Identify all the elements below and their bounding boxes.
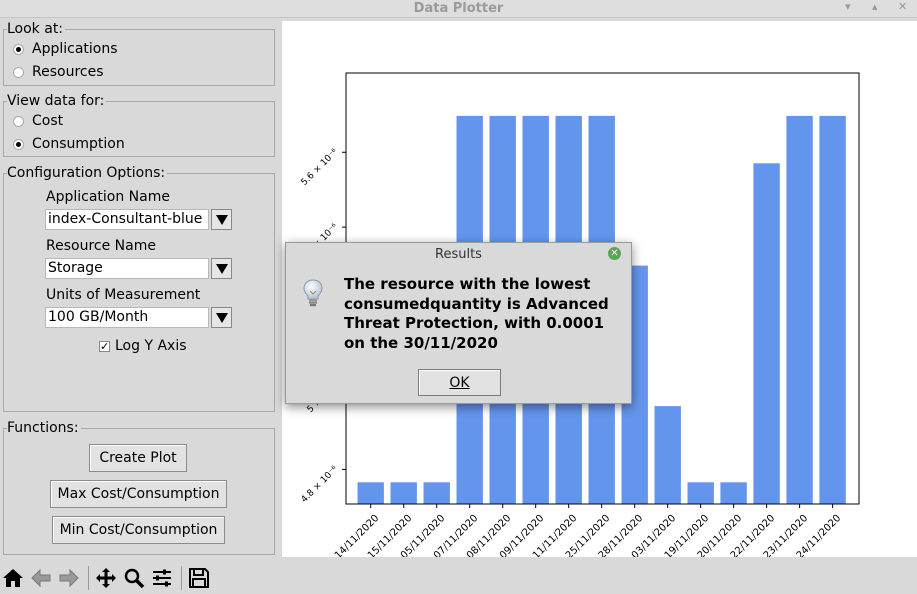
back-button[interactable]: [28, 565, 54, 591]
radio-cost-label: Cost: [32, 113, 64, 129]
zoom-button[interactable]: [121, 565, 147, 591]
bar-24/11/2020: [819, 115, 846, 505]
dialog-close-icon[interactable]: ✕: [608, 247, 621, 260]
forward-arrow-icon: [59, 568, 79, 588]
close-window-icon[interactable]: ✕: [898, 0, 907, 13]
home-icon: [3, 569, 23, 587]
radio-consumption-label: Consumption: [32, 136, 125, 152]
back-arrow-icon: [31, 568, 51, 588]
resource-name-field[interactable]: Storage: [45, 258, 209, 279]
checkmark-icon[interactable]: ✓: [99, 340, 110, 352]
application-name-combo[interactable]: index-Consultant-blue: [45, 209, 232, 230]
minimize-icon[interactable]: ▾: [845, 0, 851, 13]
max-cost-consumption-button[interactable]: Max Cost/Consumption: [50, 480, 227, 508]
save-icon: [189, 568, 209, 588]
window-titlebar: Data Plotter ▾ ▴ ✕: [0, 0, 917, 18]
config-label: Configuration Options:: [7, 165, 168, 181]
bar-03/11/2020: [654, 406, 681, 504]
pan-button[interactable]: [93, 565, 119, 591]
units-dropdown-button[interactable]: [211, 307, 232, 328]
application-name-field[interactable]: index-Consultant-blue: [45, 209, 209, 230]
radio-resources-indicator[interactable]: [13, 66, 24, 78]
functions-label: Functions:: [7, 420, 81, 436]
application-name-label: Application Name: [46, 189, 170, 205]
bar-19/11/2020: [687, 482, 714, 504]
chevron-down-icon: [215, 312, 228, 323]
chevron-down-icon: [215, 214, 228, 225]
window-title: Data Plotter: [413, 1, 504, 16]
radio-resources-label: Resources: [32, 64, 104, 80]
toolbar-separator: [181, 566, 182, 590]
chevron-down-icon: [215, 263, 228, 274]
maximize-icon[interactable]: ▴: [872, 0, 878, 13]
log-y-axis-label: Log Y Axis: [115, 338, 187, 354]
bar-22/11/2020: [753, 163, 780, 505]
ok-button[interactable]: OK: [418, 369, 501, 396]
bar-05/11/2020: [423, 482, 450, 504]
configure-subplots-icon: [153, 569, 171, 587]
application-name-dropdown-button[interactable]: [211, 209, 232, 230]
resource-name-dropdown-button[interactable]: [211, 258, 232, 279]
radio-consumption[interactable]: Consumption: [13, 136, 125, 152]
y-tick-label: 4.8 × 10⁻⁶: [300, 464, 341, 505]
radio-applications[interactable]: Applications: [13, 41, 118, 57]
configure-subplots-button[interactable]: [149, 565, 175, 591]
pan-icon: [96, 568, 116, 588]
min-cost-consumption-button[interactable]: Min Cost/Consumption: [52, 516, 225, 544]
save-button[interactable]: [186, 565, 212, 591]
units-field[interactable]: 100 GB/Month: [45, 307, 209, 328]
ok-button-label: OK: [449, 374, 470, 391]
results-dialog: Results ✕ The resource with the lowest c…: [285, 242, 632, 404]
bar-20/11/2020: [720, 482, 747, 504]
units-label: Units of Measurement: [46, 287, 201, 303]
radio-applications-label: Applications: [32, 41, 118, 57]
view-data-label: View data for:: [7, 93, 107, 109]
units-combo[interactable]: 100 GB/Month: [45, 307, 232, 328]
toolbar-separator: [88, 566, 89, 590]
resource-name-label: Resource Name: [46, 238, 156, 254]
resource-name-combo[interactable]: Storage: [45, 258, 232, 279]
radio-applications-indicator[interactable]: [13, 43, 24, 55]
create-plot-button[interactable]: Create Plot: [89, 444, 187, 472]
radio-cost[interactable]: Cost: [13, 113, 63, 129]
radio-consumption-indicator[interactable]: [13, 138, 24, 150]
zoom-icon: [124, 568, 145, 589]
log-y-axis-checkbox[interactable]: ✓ Log Y Axis: [99, 338, 187, 354]
home-button[interactable]: [0, 565, 26, 591]
plot-toolbar: [0, 562, 917, 594]
radio-cost-indicator[interactable]: [13, 115, 24, 127]
y-tick-label: 5.6 × 10⁻⁶: [300, 147, 341, 188]
bar-15/11/2020: [390, 482, 417, 504]
forward-button[interactable]: [56, 565, 82, 591]
dialog-title: Results: [435, 247, 482, 262]
radio-resources[interactable]: Resources: [13, 64, 104, 80]
look-at-label: Look at:: [7, 21, 66, 37]
bar-23/11/2020: [786, 115, 813, 505]
bar-14/11/2020: [357, 482, 384, 504]
lightbulb-icon: [302, 279, 324, 313]
dialog-message: The resource with the lowest consumedqua…: [344, 275, 609, 352]
